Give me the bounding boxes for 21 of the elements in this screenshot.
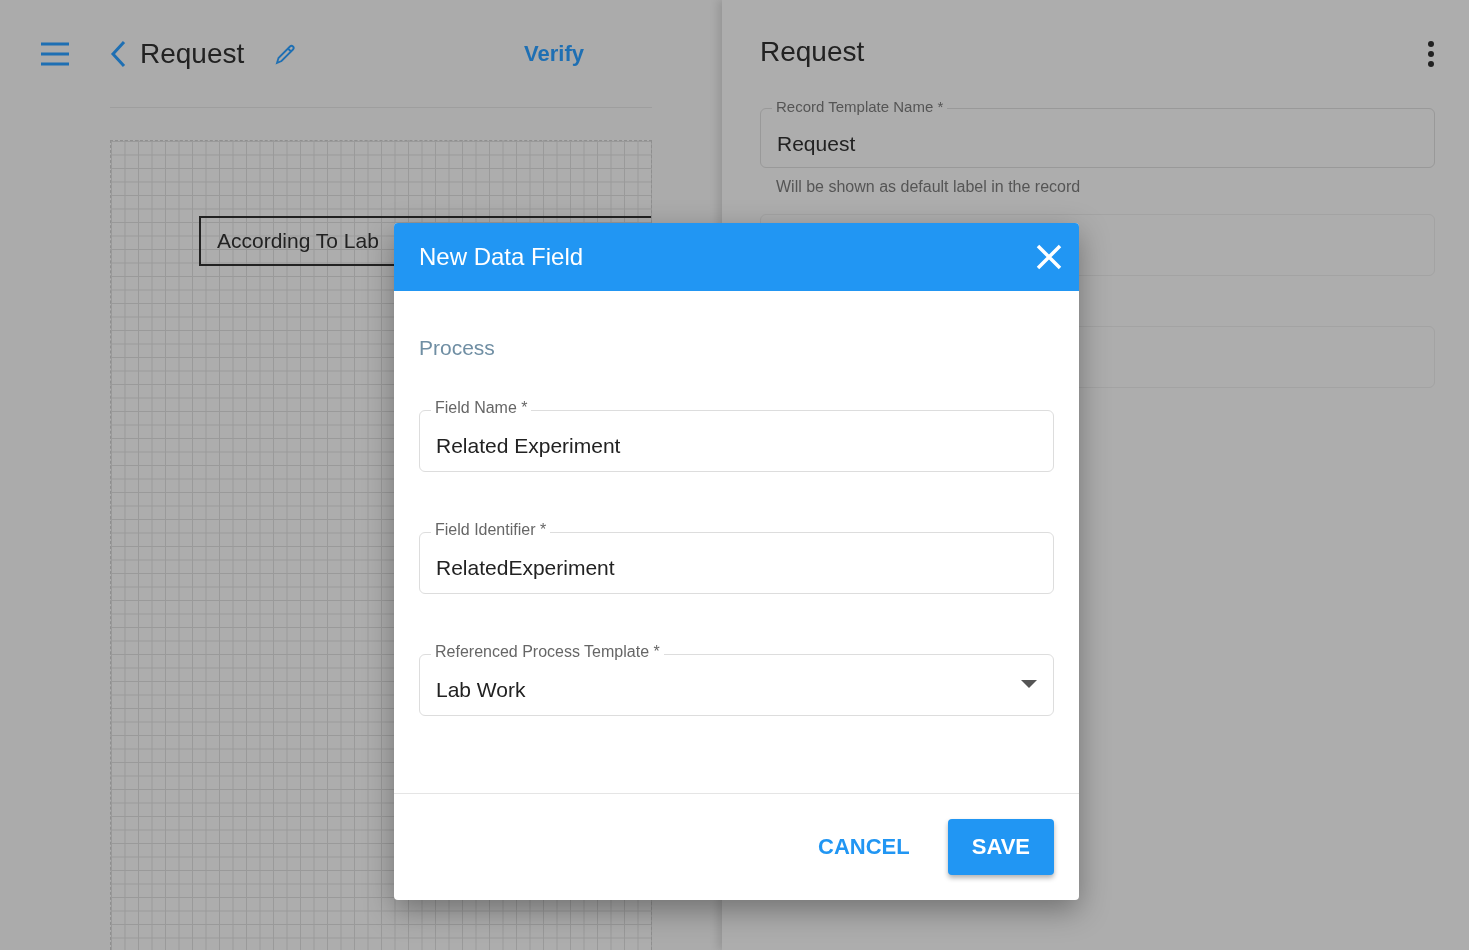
- panel-title: Request: [760, 36, 865, 68]
- back-icon: [110, 39, 126, 68]
- more-icon: [1427, 40, 1435, 68]
- field-value: Lab Work: [436, 678, 526, 702]
- element-text: According To Lab: [217, 229, 379, 253]
- helper-text: Will be shown as default label in the record: [776, 178, 1082, 196]
- back-button[interactable]: [110, 39, 126, 68]
- more-button[interactable]: [1427, 40, 1435, 68]
- menu-button[interactable]: [40, 41, 70, 66]
- section-title: Process: [419, 336, 496, 360]
- field-value: Related Experiment: [436, 434, 621, 458]
- field-value: RelatedExperiment: [436, 556, 615, 580]
- field-value: Request: [777, 132, 856, 156]
- field-label: Referenced Process Template *: [431, 643, 664, 661]
- field-label: Record Template Name *: [772, 98, 948, 115]
- dialog-title: New Data Field: [419, 243, 584, 271]
- close-icon: [1035, 243, 1063, 271]
- close-button[interactable]: [1035, 243, 1063, 271]
- dropdown-caret-icon: [1021, 680, 1037, 688]
- page-title: Request: [140, 37, 245, 70]
- menu-icon: [40, 41, 70, 66]
